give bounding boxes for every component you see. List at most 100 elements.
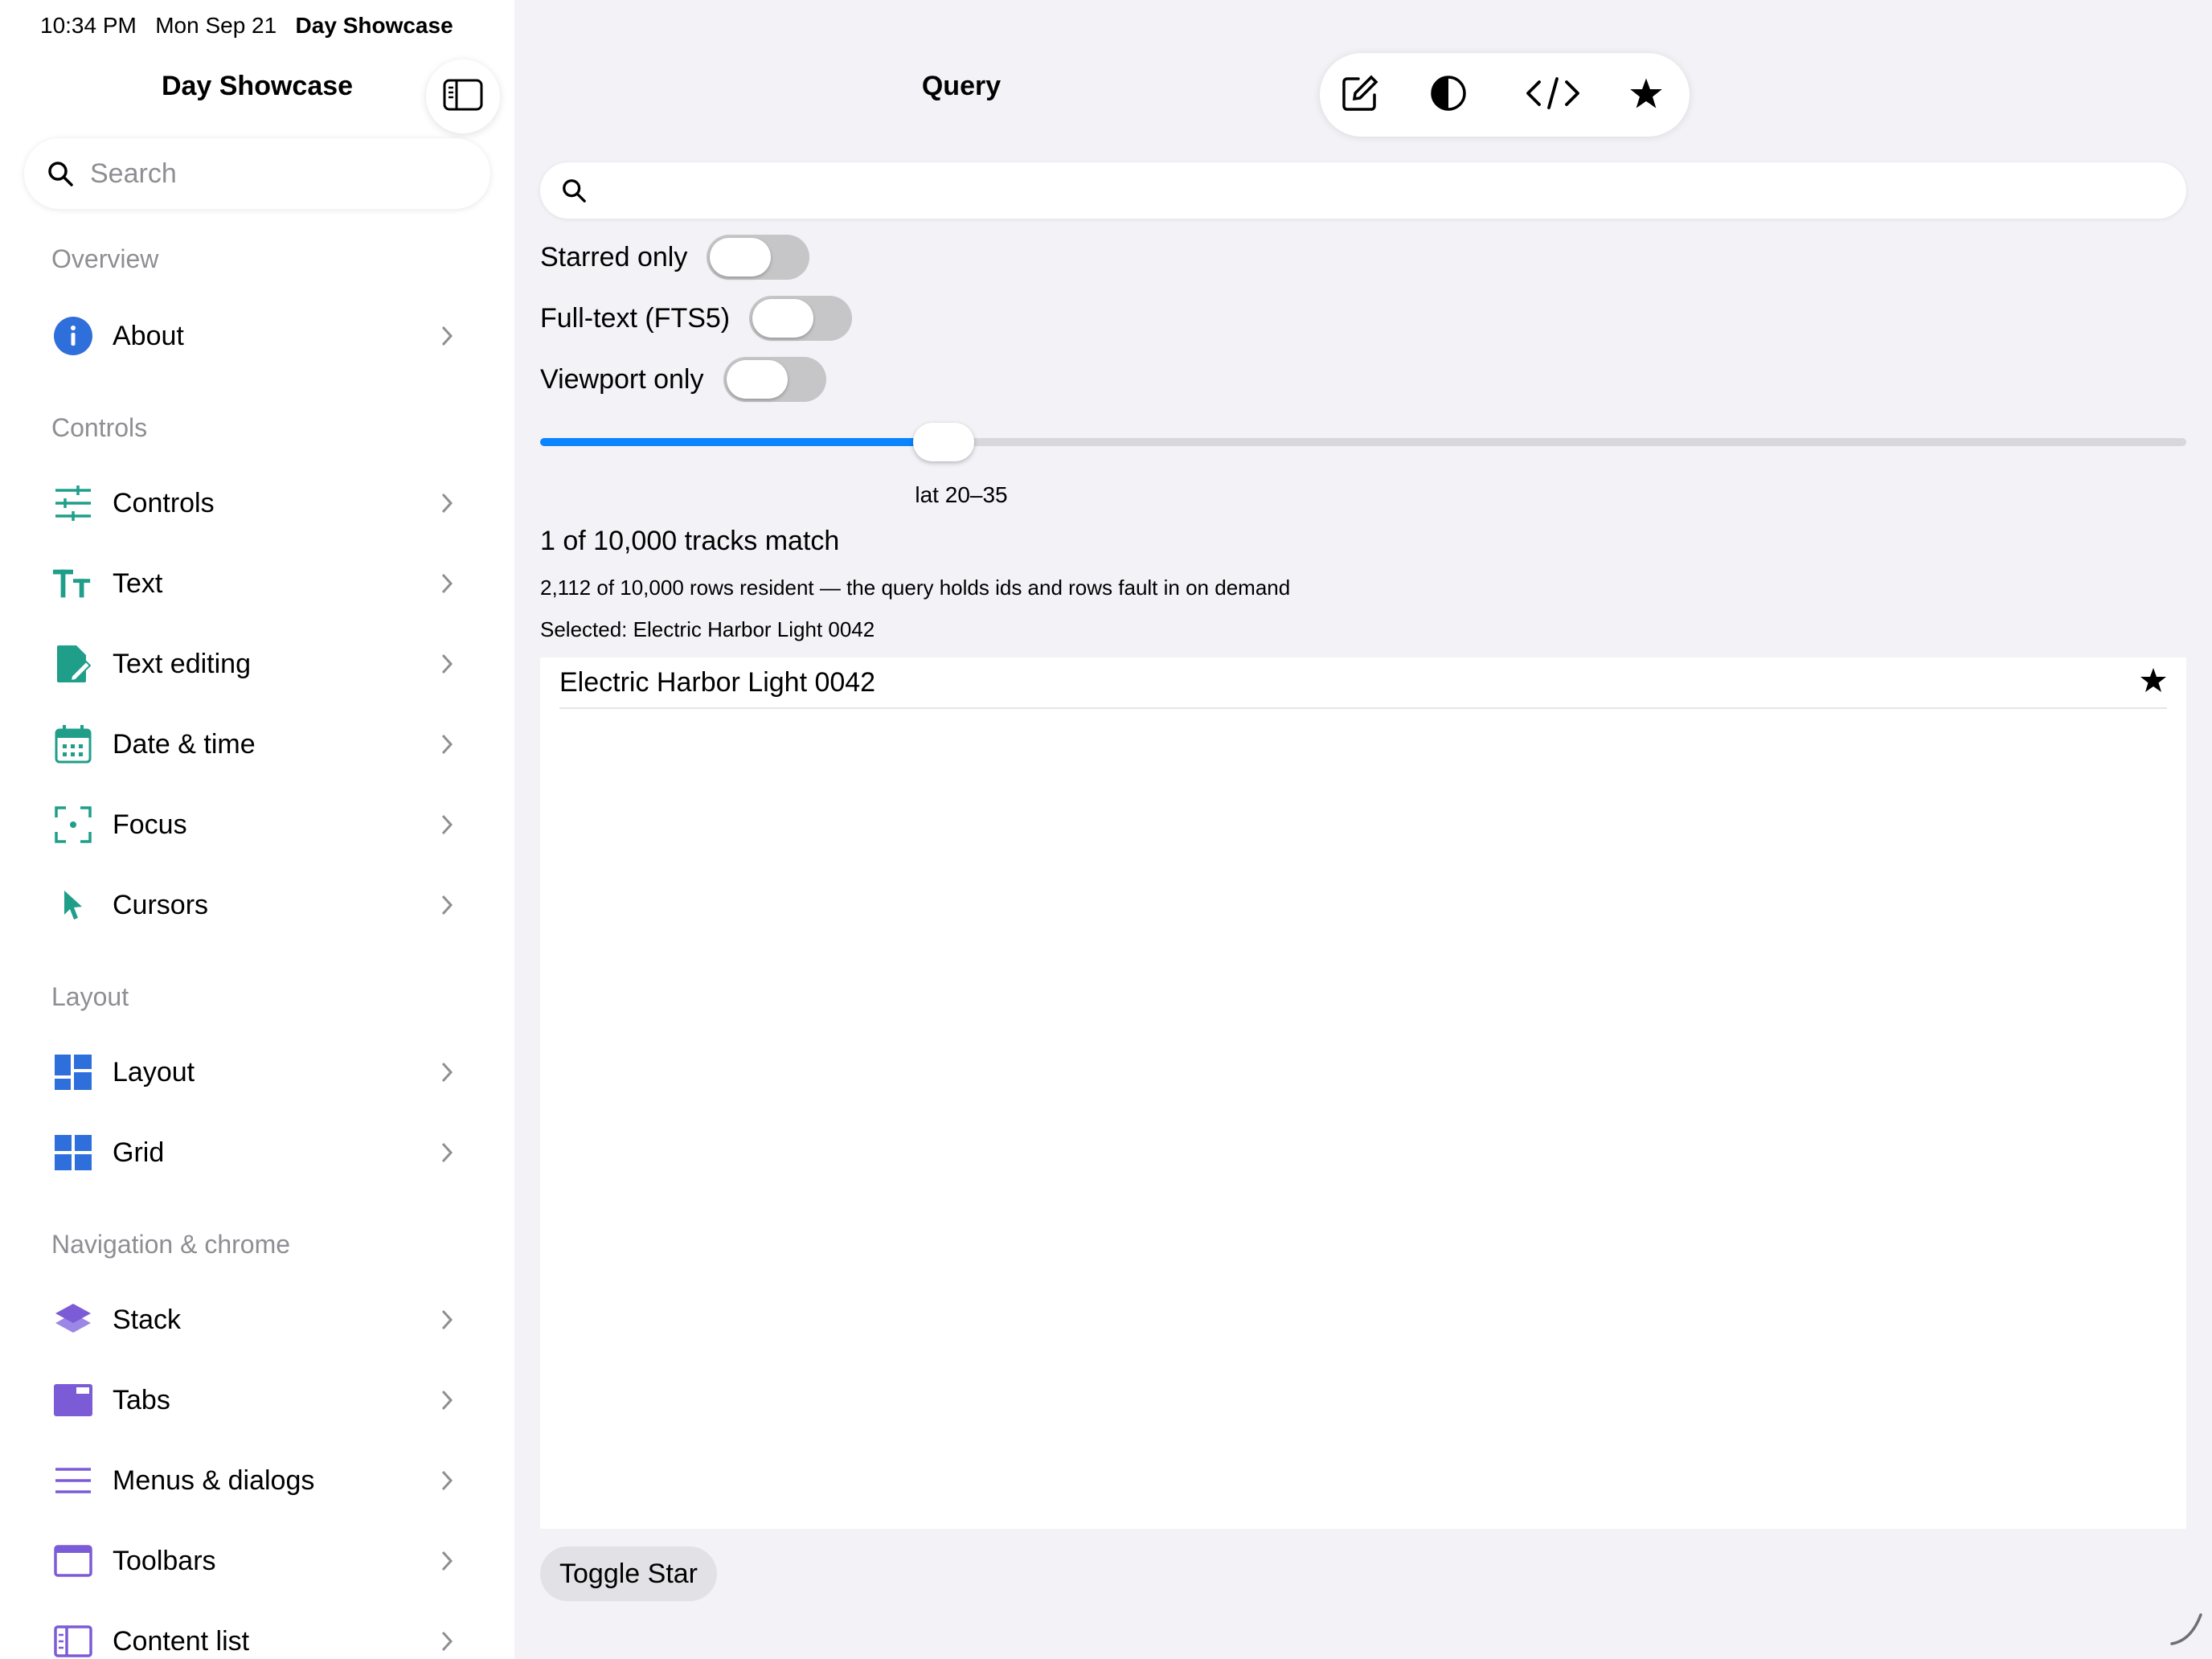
- chevron-right-icon: [440, 1061, 453, 1088]
- contrast-button[interactable]: [1428, 74, 1469, 116]
- chevron-right-icon: [440, 492, 453, 518]
- toggle-row-viewport-only: Viewport only: [540, 357, 826, 402]
- menu-lines-icon: [53, 1460, 93, 1501]
- sidebar-item-menus-dialogs[interactable]: Menus & dialogs: [0, 1440, 514, 1521]
- page-title: Query: [921, 71, 1002, 101]
- chevron-right-icon: [440, 1389, 453, 1415]
- chevron-right-icon: [440, 1141, 453, 1168]
- sidebar-item-controls[interactable]: Controls: [0, 463, 514, 543]
- top-toolbar: [1320, 53, 1690, 137]
- sidebar-toggle-button[interactable]: [426, 59, 500, 133]
- toggle-label: Starred only: [540, 241, 688, 272]
- section-header-navigation: Navigation & chrome: [51, 1230, 291, 1259]
- selected-item-text: Selected: Electric Harbor Light 0042: [540, 617, 875, 641]
- starred-only-switch[interactable]: [707, 235, 810, 280]
- chevron-right-icon: [440, 1550, 453, 1576]
- sidebar-item-label: Stack: [113, 1304, 182, 1335]
- viewport-only-switch[interactable]: [723, 357, 826, 402]
- sidebar-item-cursors[interactable]: Cursors: [0, 865, 514, 945]
- full-text-switch[interactable]: [749, 296, 853, 341]
- sidebar-item-label: About: [113, 320, 184, 351]
- results-list: Electric Harbor Light 0042: [540, 657, 2186, 1529]
- sidebar-search-input[interactable]: [88, 157, 445, 190]
- pointer-icon: [53, 885, 93, 925]
- compose-button[interactable]: [1339, 74, 1381, 116]
- sidebar-item-label: Menus & dialogs: [113, 1464, 315, 1496]
- chevron-right-icon: [440, 733, 453, 760]
- contrast-icon: [1429, 74, 1468, 117]
- focus-icon: [53, 805, 93, 845]
- status-app-name: Day Showcase: [295, 13, 453, 38]
- sidebar-item-about[interactable]: About: [0, 296, 514, 376]
- sidebar-item-label: Text: [113, 567, 163, 599]
- sidebar-item-label: Text editing: [113, 648, 251, 679]
- sidebar-toggle-icon: [443, 79, 483, 115]
- search-icon: [47, 160, 74, 187]
- chevron-right-icon: [440, 653, 453, 679]
- toggle-row-full-text: Full-text (FTS5): [540, 296, 853, 341]
- sidebar-item-label: Tabs: [113, 1384, 170, 1415]
- sidebar-item-label: Cursors: [113, 889, 209, 920]
- section-header-layout: Layout: [51, 982, 129, 1011]
- sidebar-item-layout[interactable]: Layout: [0, 1032, 514, 1112]
- sidebar-item-label: Layout: [113, 1056, 195, 1088]
- query-search-input[interactable]: [600, 174, 2130, 207]
- list-item-title: Electric Harbor Light 0042: [559, 667, 876, 698]
- chevron-right-icon: [440, 572, 453, 599]
- content-list-icon: [53, 1621, 93, 1659]
- grid-icon: [53, 1133, 93, 1173]
- calendar-icon: [53, 724, 93, 764]
- sidebar-item-label: Toolbars: [113, 1545, 216, 1576]
- slider-thumb[interactable]: [912, 423, 974, 461]
- chevron-right-icon: [440, 813, 453, 840]
- sliders-icon: [53, 483, 93, 523]
- stack-icon: [53, 1300, 93, 1340]
- info-circle-icon: [53, 316, 93, 356]
- slider-value-label: lat 20–35: [915, 482, 1008, 507]
- sidebar-item-stack[interactable]: Stack: [0, 1280, 514, 1360]
- sidebar-item-label: Content list: [113, 1625, 250, 1657]
- chevron-right-icon: [440, 325, 453, 351]
- toggle-star-button[interactable]: Toggle Star: [540, 1546, 717, 1601]
- sidebar-item-text[interactable]: Text: [0, 543, 514, 624]
- document-edit-icon: [53, 644, 93, 684]
- resident-rows-text: 2,112 of 10,000 rows resident — the quer…: [540, 576, 1291, 600]
- favorite-button[interactable]: [1625, 74, 1667, 116]
- sidebar-item-date-time[interactable]: Date & time: [0, 704, 514, 784]
- chevron-right-icon: [440, 1469, 453, 1496]
- search-icon: [561, 178, 587, 203]
- sidebar-item-text-editing[interactable]: Text editing: [0, 624, 514, 704]
- sidebar-item-label: Focus: [113, 809, 187, 840]
- tabs-icon: [53, 1380, 93, 1420]
- compose-icon: [1341, 74, 1379, 117]
- sidebar: 10:34 PM Mon Sep 21 Day Showcase Day Sho…: [0, 0, 514, 1659]
- sidebar-item-label: Date & time: [113, 728, 256, 760]
- list-item[interactable]: Electric Harbor Light 0042: [559, 657, 2167, 709]
- status-time: 10:34 PM: [40, 13, 137, 38]
- code-button[interactable]: [1522, 74, 1583, 116]
- sidebar-item-content-list[interactable]: Content list: [0, 1601, 514, 1659]
- status-date: Mon Sep 21: [155, 13, 277, 38]
- query-search-field[interactable]: [540, 162, 2186, 219]
- latitude-slider[interactable]: [540, 423, 2186, 461]
- text-size-icon: [53, 563, 93, 604]
- match-count: 1 of 10,000 tracks match: [540, 526, 840, 556]
- sidebar-search-field[interactable]: [24, 138, 490, 209]
- chevron-right-icon: [440, 894, 453, 920]
- section-header-controls: Controls: [51, 413, 148, 442]
- resize-handle-icon: [2169, 1612, 2204, 1651]
- chevron-right-icon: [440, 1309, 453, 1335]
- sidebar-item-toolbars[interactable]: Toolbars: [0, 1521, 514, 1601]
- code-icon: [1525, 76, 1581, 115]
- star-icon: [1629, 77, 1663, 113]
- toggle-label: Full-text (FTS5): [540, 302, 731, 334]
- layout-icon: [53, 1052, 93, 1092]
- sidebar-item-grid[interactable]: Grid: [0, 1112, 514, 1193]
- main-content: Starred only Full-text (FTS5) Viewport o…: [514, 0, 2212, 1659]
- toolbar-icon: [53, 1541, 93, 1581]
- star-icon: [2140, 667, 2167, 697]
- chevron-right-icon: [440, 1630, 453, 1657]
- sidebar-item-focus[interactable]: Focus: [0, 784, 514, 865]
- status-bar-time: 10:34 PM Mon Sep 21 Day Showcase: [40, 13, 453, 39]
- sidebar-item-tabs[interactable]: Tabs: [0, 1360, 514, 1440]
